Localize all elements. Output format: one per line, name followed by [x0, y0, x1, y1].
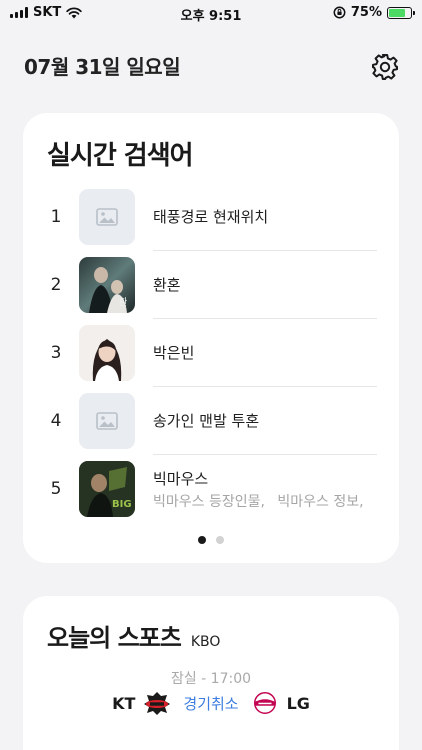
trending-item-3[interactable]: 3 박은빈 [23, 319, 399, 387]
battery-icon [387, 6, 415, 19]
drama-poster-image: 환 [79, 257, 135, 313]
drama-poster-image: BIG [79, 461, 135, 517]
related-keywords: 빅마우스 등장인물, 빅마우스 정보, [153, 491, 372, 511]
thumbnail-placeholder [79, 189, 135, 245]
trending-item-5[interactable]: 5 BIG 빅마우스 빅마우스 등장인물, 빅마우스 정보, [23, 455, 399, 523]
image-placeholder-icon [96, 208, 118, 226]
status-bar: SKT 오후 9:51 75% [0, 0, 422, 26]
related-keyword[interactable]: 빅마우스 정보, [277, 494, 363, 510]
match-row[interactable]: KT 경기취소 LG [23, 690, 399, 716]
away-team-name: LG [286, 693, 310, 713]
home-team-name: KT [112, 693, 136, 713]
header: 07월 31일 일요일 [24, 52, 400, 82]
rank-text: 태풍경로 현재위치 [153, 183, 377, 251]
trending-item-1[interactable]: 1 태풍경로 현재위치 [23, 183, 399, 251]
rank-text: 박은빈 [153, 319, 377, 387]
rank-number: 4 [50, 411, 62, 431]
orientation-lock-icon [333, 6, 346, 19]
status-right: 75% [333, 5, 415, 20]
rank-text: 빅마우스 빅마우스 등장인물, 빅마우스 정보, [153, 455, 377, 523]
thumbnail-photo: 환 [79, 257, 135, 313]
thumbnail-placeholder [79, 393, 135, 449]
page-dot-active[interactable] [198, 536, 206, 544]
match-status[interactable]: 경기취소 [183, 693, 238, 714]
thumbnail-photo [79, 325, 135, 381]
rank-title: 송가인 맨발 투혼 [153, 412, 260, 430]
gear-icon[interactable] [370, 52, 400, 82]
sports-header: 오늘의 스포츠 KBO [47, 618, 220, 653]
related-keyword[interactable]: 빅마우스 등장인물, [153, 494, 265, 510]
svg-text:환: 환 [119, 296, 127, 308]
trending-item-4[interactable]: 4 송가인 맨발 투혼 [23, 387, 399, 455]
rank-number: 5 [50, 479, 62, 499]
match-venue-time: 잠실 - 17:00 [170, 671, 252, 687]
rank-text: 환혼 [153, 251, 377, 319]
lg-twins-logo-icon [253, 691, 276, 715]
image-placeholder-icon [96, 412, 118, 430]
thumbnail-photo: BIG [79, 461, 135, 517]
page-indicator[interactable] [23, 536, 399, 544]
trending-card: 실시간 검색어 1 태풍경로 현재위치 2 환 환혼 3 박은빈 4 송가인 맨… [23, 113, 399, 563]
rank-number: 1 [50, 207, 62, 227]
rank-text: 송가인 맨발 투혼 [153, 387, 377, 455]
rank-title: 빅마우스 [153, 470, 209, 488]
sports-title: 오늘의 스포츠 [47, 624, 182, 652]
trending-title: 실시간 검색어 [47, 141, 194, 171]
trending-list: 1 태풍경로 현재위치 2 환 환혼 3 박은빈 4 송가인 맨발 투혼 5 B… [23, 183, 399, 523]
battery-fill [389, 8, 405, 17]
sports-card: 오늘의 스포츠 KBO 잠실 - 17:00 KT 경기취소 LG [23, 596, 399, 750]
rank-number: 2 [50, 275, 62, 295]
portrait-image [79, 325, 135, 381]
trending-item-2[interactable]: 2 환 환혼 [23, 251, 399, 319]
rank-number: 3 [50, 343, 62, 363]
kt-wiz-logo-icon [144, 692, 171, 715]
rank-title: 박은빈 [153, 344, 195, 362]
date-title: 07월 31일 일요일 [24, 55, 181, 79]
page-dot[interactable] [216, 536, 224, 544]
battery-percent: 75% [350, 5, 382, 20]
rank-title: 환혼 [153, 276, 181, 294]
rank-title: 태풍경로 현재위치 [153, 208, 269, 226]
sports-league: KBO [190, 634, 221, 650]
svg-text:BIG: BIG [112, 499, 132, 510]
